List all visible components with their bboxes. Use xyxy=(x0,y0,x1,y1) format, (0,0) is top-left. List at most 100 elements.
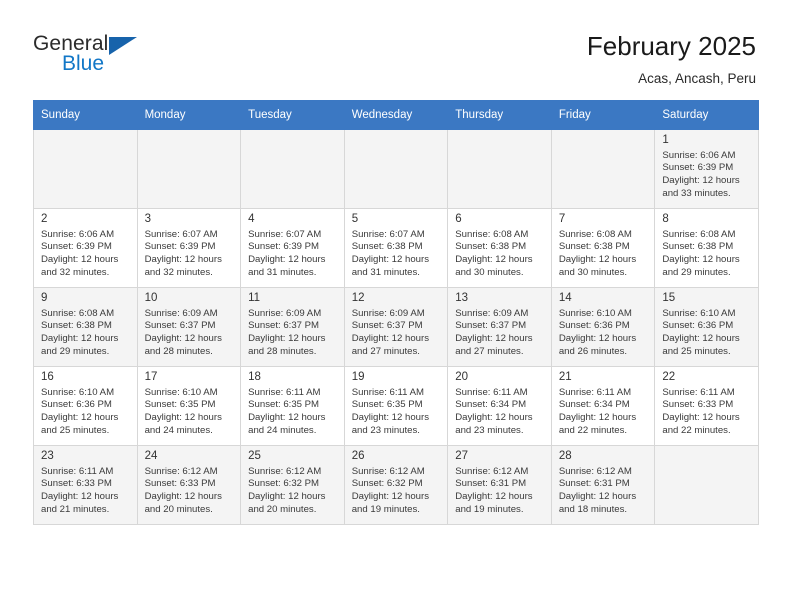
day-sun-info: Sunrise: 6:08 AM Sunset: 6:38 PM Daylight:… xyxy=(455,229,545,279)
day-number: 9 xyxy=(41,291,48,304)
day-info-daylight2: and 20 minutes. xyxy=(144,503,213,515)
calendar-day-cell[interactable]: 10 Sunrise: 6:09 AM Sunset: 6:37 PM Dayligh… xyxy=(136,286,242,367)
calendar-day-cell[interactable]: 1 Sunrise: 6:06 AM Sunset: 6:39 PM Daylight… xyxy=(654,128,759,209)
day-number: 23 xyxy=(41,449,54,462)
day-sun-info: Sunrise: 6:12 AM Sunset: 6:31 PM Daylight:… xyxy=(455,466,545,516)
day-info-sunrise: Sunrise: 6:08 AM xyxy=(455,228,529,240)
calendar-day-cell[interactable]: 25 Sunrise: 6:12 AM Sunset: 6:32 PM Dayligh… xyxy=(240,444,345,525)
day-info-sunrise: Sunrise: 6:07 AM xyxy=(351,228,425,240)
day-sun-info: Sunrise: 6:10 AM Sunset: 6:36 PM Daylight:… xyxy=(559,308,649,358)
day-info-daylight1: Daylight: 12 hours xyxy=(144,491,222,503)
calendar-day-cell[interactable]: 28 Sunrise: 6:12 AM Sunset: 6:31 PM Dayligh… xyxy=(550,444,656,525)
day-number: 20 xyxy=(455,370,469,383)
calendar-day-cell[interactable]: 4 Sunrise: 6:07 AM Sunset: 6:39 PM Daylight… xyxy=(240,207,345,288)
day-info-sunrise: Sunrise: 6:08 AM xyxy=(41,307,115,319)
calendar-body: 1 Sunrise: 6:06 AM Sunset: 6:39 PM Daylight… xyxy=(33,128,759,525)
day-info-daylight2: and 30 minutes. xyxy=(558,266,628,278)
day-info-daylight1: Daylight: 12 hours xyxy=(41,254,119,266)
day-info-sunset: Sunset: 6:38 PM xyxy=(662,241,734,253)
calendar-day-cell[interactable]: 20 Sunrise: 6:11 AM Sunset: 6:34 PM Dayligh… xyxy=(447,365,552,446)
day-info-daylight2: and 28 minutes. xyxy=(144,345,213,357)
calendar-day-cell[interactable]: 15 Sunrise: 6:10 AM Sunset: 6:36 PM Dayligh… xyxy=(654,286,759,367)
day-info-sunrise: Sunrise: 6:07 AM xyxy=(144,228,218,240)
calendar-day-cell[interactable]: 9 Sunrise: 6:08 AM Sunset: 6:38 PM Daylight… xyxy=(33,286,138,367)
calendar-day-cell[interactable]: 22 Sunrise: 6:11 AM Sunset: 6:33 PM Dayligh… xyxy=(654,365,759,446)
calendar-day-cell[interactable]: 2 Sunrise: 6:06 AM Sunset: 6:39 PM Daylight… xyxy=(33,207,138,288)
weekday-header-sunday: Sunday xyxy=(33,99,138,130)
day-info-sunset: Sunset: 6:38 PM xyxy=(41,320,112,332)
day-info-daylight2: and 22 minutes. xyxy=(662,424,731,436)
generalblue-logo[interactable]: General Blue xyxy=(33,32,153,80)
calendar-header-row: Sunday Monday Tuesday Wednesday Thursday… xyxy=(33,99,759,130)
day-info-daylight2: and 32 minutes. xyxy=(41,266,110,278)
day-info-sunset: Sunset: 6:33 PM xyxy=(144,478,216,490)
calendar-day-cell[interactable]: 27 Sunrise: 6:12 AM Sunset: 6:31 PM Dayligh… xyxy=(447,444,552,525)
day-info-daylight2: and 27 minutes. xyxy=(351,345,420,357)
calendar-day-cell[interactable]: 3 Sunrise: 6:07 AM Sunset: 6:39 PM Daylight… xyxy=(136,207,242,288)
day-info-sunset: Sunset: 6:37 PM xyxy=(351,320,423,332)
calendar-day-cell[interactable]: 21 Sunrise: 6:11 AM Sunset: 6:34 PM Dayligh… xyxy=(550,365,656,446)
day-info-sunset: Sunset: 6:32 PM xyxy=(351,478,423,490)
day-info-sunrise: Sunrise: 6:11 AM xyxy=(558,386,632,398)
page-title: February 2025 xyxy=(586,31,756,61)
calendar-day-cell[interactable]: 13 Sunrise: 6:09 AM Sunset: 6:37 PM Dayligh… xyxy=(447,286,552,367)
day-info-daylight2: and 27 minutes. xyxy=(455,345,524,357)
calendar-day-cell[interactable]: 18 Sunrise: 6:11 AM Sunset: 6:35 PM Dayligh… xyxy=(240,365,345,446)
day-sun-info: Sunrise: 6:06 AM Sunset: 6:39 PM Daylight:… xyxy=(41,229,131,279)
calendar-day-cell[interactable]: 7 Sunrise: 6:08 AM Sunset: 6:38 PM Daylight… xyxy=(550,207,656,288)
calendar-day-cell[interactable]: 23 Sunrise: 6:11 AM Sunset: 6:33 PM Dayligh… xyxy=(33,444,138,525)
weekday-header-saturday: Saturday xyxy=(654,99,759,130)
calendar-day-cell[interactable]: 16 Sunrise: 6:10 AM Sunset: 6:36 PM Dayligh… xyxy=(33,365,138,446)
calendar-day-cell[interactable]: 14 Sunrise: 6:10 AM Sunset: 6:36 PM Dayligh… xyxy=(550,286,656,367)
day-info-daylight2: and 33 minutes. xyxy=(662,187,731,199)
calendar-day-cell[interactable]: 17 Sunrise: 6:10 AM Sunset: 6:35 PM Dayligh… xyxy=(136,365,242,446)
day-info-sunset: Sunset: 6:37 PM xyxy=(144,320,216,332)
calendar-cell-empty xyxy=(240,128,345,209)
calendar-day-cell[interactable]: 24 Sunrise: 6:12 AM Sunset: 6:33 PM Dayligh… xyxy=(136,444,242,525)
day-number: 8 xyxy=(662,212,669,225)
day-info-daylight2: and 28 minutes. xyxy=(248,345,317,357)
day-info-daylight1: Daylight: 12 hours xyxy=(351,412,430,424)
day-info-daylight2: and 23 minutes. xyxy=(351,424,420,436)
day-info-sunrise: Sunrise: 6:12 AM xyxy=(144,465,218,477)
calendar-day-cell[interactable]: 11 Sunrise: 6:09 AM Sunset: 6:37 PM Dayligh… xyxy=(240,286,345,367)
calendar-day-cell[interactable]: 12 Sunrise: 6:09 AM Sunset: 6:37 PM Dayligh… xyxy=(343,286,449,367)
day-info-sunset: Sunset: 6:38 PM xyxy=(455,241,527,253)
day-info-sunset: Sunset: 6:31 PM xyxy=(455,478,527,490)
day-info-daylight1: Daylight: 12 hours xyxy=(558,333,637,345)
weekday-header-thursday: Thursday xyxy=(447,99,552,130)
calendar-cell-empty xyxy=(343,128,449,209)
calendar-week-row: 1 Sunrise: 6:06 AM Sunset: 6:39 PM Daylight… xyxy=(33,128,759,209)
day-info-daylight1: Daylight: 12 hours xyxy=(144,254,222,266)
day-info-daylight1: Daylight: 12 hours xyxy=(351,491,430,503)
day-info-daylight2: and 25 minutes. xyxy=(662,345,731,357)
day-sun-info: Sunrise: 6:07 AM Sunset: 6:39 PM Daylight:… xyxy=(145,229,235,279)
day-info-sunset: Sunset: 6:33 PM xyxy=(41,478,112,490)
day-info-sunset: Sunset: 6:31 PM xyxy=(558,478,630,490)
day-number: 11 xyxy=(248,291,261,304)
day-info-daylight1: Daylight: 12 hours xyxy=(248,412,326,424)
day-sun-info: Sunrise: 6:12 AM Sunset: 6:33 PM Daylight:… xyxy=(145,466,235,516)
calendar-day-cell[interactable]: 19 Sunrise: 6:11 AM Sunset: 6:35 PM Dayligh… xyxy=(343,365,449,446)
day-number: 15 xyxy=(662,291,676,304)
day-info-sunset: Sunset: 6:35 PM xyxy=(351,399,423,411)
day-info-sunset: Sunset: 6:39 PM xyxy=(248,241,320,253)
day-info-daylight1: Daylight: 12 hours xyxy=(351,333,430,345)
page-header: General Blue February 2025 Acas, Ancash,… xyxy=(0,0,792,86)
calendar-day-cell[interactable]: 8 Sunrise: 6:08 AM Sunset: 6:38 PM Daylight… xyxy=(654,207,759,288)
day-number: 16 xyxy=(41,370,54,383)
calendar-day-cell[interactable]: 26 Sunrise: 6:12 AM Sunset: 6:32 PM Dayligh… xyxy=(343,444,449,525)
day-info-sunset: Sunset: 6:35 PM xyxy=(144,399,216,411)
calendar-day-cell[interactable]: 5 Sunrise: 6:07 AM Sunset: 6:38 PM Daylight… xyxy=(343,207,449,288)
calendar-day-cell[interactable]: 6 Sunrise: 6:08 AM Sunset: 6:38 PM Daylight… xyxy=(447,207,552,288)
day-info-sunset: Sunset: 6:39 PM xyxy=(144,241,216,253)
day-info-daylight2: and 31 minutes. xyxy=(248,266,317,278)
day-sun-info: Sunrise: 6:09 AM Sunset: 6:37 PM Daylight:… xyxy=(145,308,235,358)
day-sun-info: Sunrise: 6:10 AM Sunset: 6:36 PM Daylight:… xyxy=(41,387,131,437)
day-info-daylight2: and 20 minutes. xyxy=(248,503,317,515)
day-sun-info: Sunrise: 6:10 AM Sunset: 6:36 PM Daylight:… xyxy=(662,308,752,358)
day-number: 17 xyxy=(144,370,158,383)
day-sun-info: Sunrise: 6:09 AM Sunset: 6:37 PM Daylight:… xyxy=(455,308,545,358)
calendar-week-row: 9 Sunrise: 6:08 AM Sunset: 6:38 PM Daylight… xyxy=(33,286,759,367)
day-sun-info: Sunrise: 6:11 AM Sunset: 6:33 PM Daylight:… xyxy=(662,387,752,437)
